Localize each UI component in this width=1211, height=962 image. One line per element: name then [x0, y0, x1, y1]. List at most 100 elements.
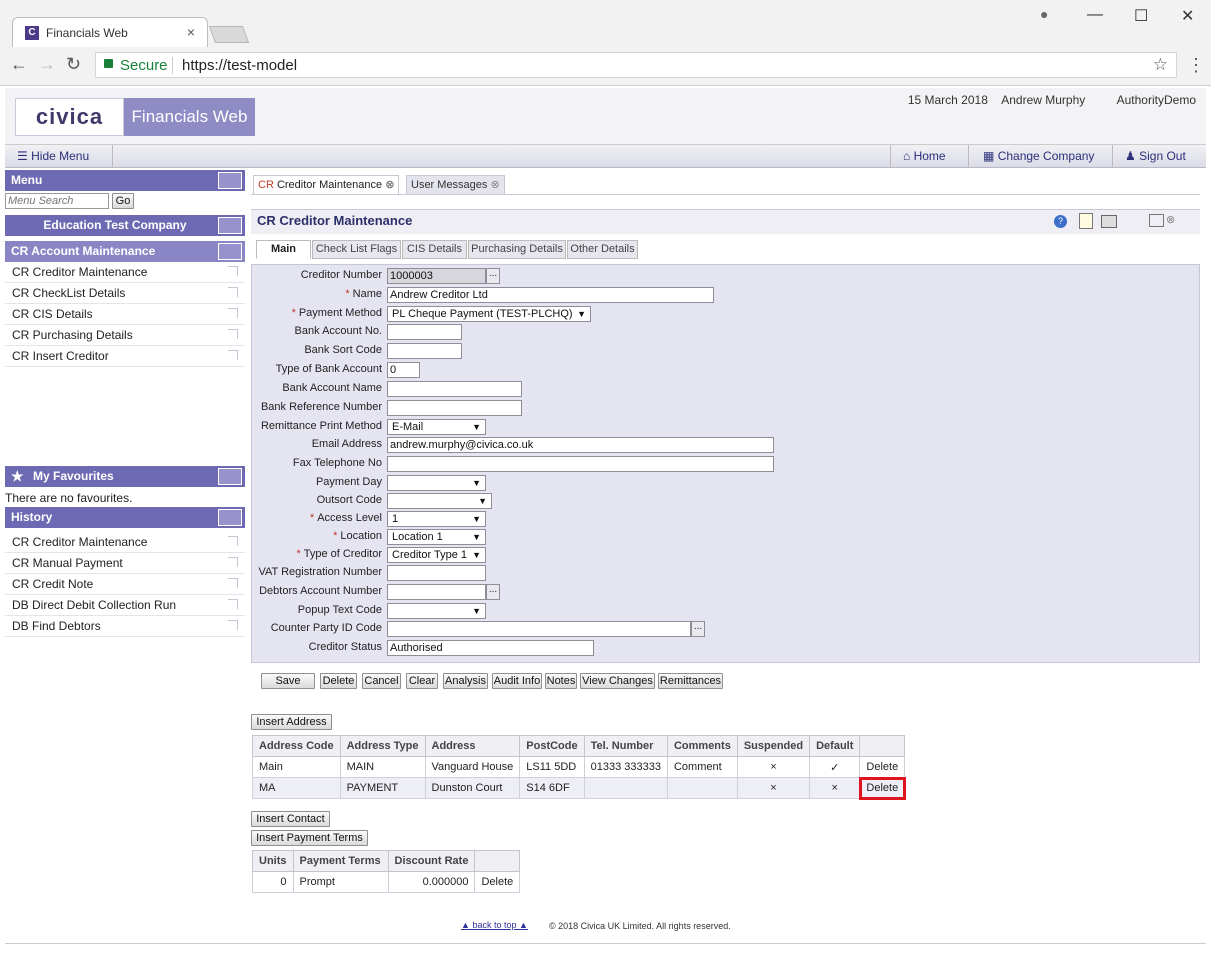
change-company-link[interactable]: ▦ Change Company	[983, 149, 1094, 163]
history-item[interactable]: CR Manual Payment	[5, 553, 245, 574]
tab-user-messages[interactable]: User Messages ⊗	[406, 175, 505, 195]
sidebar-item[interactable]: CR Purchasing Details	[5, 325, 245, 346]
popup-text-code-select[interactable]	[387, 603, 486, 619]
open-external-icon[interactable]	[228, 557, 238, 567]
payment-method-select[interactable]: PL Cheque Payment (TEST-PLCHQ)	[387, 306, 591, 322]
open-external-icon[interactable]	[228, 536, 238, 546]
delete-address-link-highlighted[interactable]: Delete	[858, 776, 906, 800]
forward-icon[interactable]: →	[38, 54, 56, 75]
open-external-icon[interactable]	[228, 350, 238, 360]
print-icon[interactable]	[1101, 215, 1117, 228]
new-tab-button[interactable]	[208, 26, 250, 43]
creditor-status-field[interactable]: Authorised	[387, 640, 594, 656]
open-external-icon[interactable]	[228, 329, 238, 339]
delete-address-link[interactable]: Delete	[859, 756, 906, 778]
window-close-button[interactable]: ✕	[1181, 6, 1194, 26]
tab-close-icon[interactable]: ×	[187, 24, 195, 40]
creditor-lookup-button[interactable]: ...	[486, 268, 500, 284]
insert-address-button[interactable]: Insert Address	[251, 714, 332, 730]
bank-account-no-field[interactable]	[387, 324, 462, 340]
tab-close-icon[interactable]: ⊗	[490, 179, 499, 191]
address-link[interactable]: Vanguard House	[424, 756, 521, 778]
window-icon[interactable]	[1149, 214, 1164, 227]
type-of-creditor-select[interactable]: Creditor Type 1	[387, 547, 486, 563]
insert-payment-terms-button[interactable]: Insert Payment Terms	[251, 830, 368, 846]
remittance-print-method-select[interactable]: E-Mail	[387, 419, 486, 435]
creditor-number-field[interactable]: 1000003	[387, 268, 486, 284]
subtab-main[interactable]: Main	[256, 240, 311, 259]
url-text[interactable]: https://test-model	[182, 57, 297, 74]
minimize-button[interactable]: —	[1087, 6, 1103, 24]
address-bar[interactable]: Secure https://test-model ☆	[95, 52, 1177, 78]
open-external-icon[interactable]	[228, 266, 238, 276]
bank-sort-code-field[interactable]	[387, 343, 462, 359]
delete-button[interactable]: Delete	[320, 673, 357, 689]
history-item[interactable]: CR Creditor Maintenance	[5, 532, 245, 553]
insert-contact-button[interactable]: Insert Contact	[251, 811, 330, 827]
open-external-icon[interactable]	[228, 287, 238, 297]
back-icon[interactable]: ←	[10, 54, 28, 75]
document-icon[interactable]	[1079, 213, 1093, 229]
outsort-code-select[interactable]	[387, 493, 492, 509]
debtors-lookup-button[interactable]: ...	[486, 584, 500, 600]
counter-party-lookup-button[interactable]: ...	[691, 621, 705, 637]
remittances-button[interactable]: Remittances	[658, 673, 723, 689]
view-changes-button[interactable]: View Changes	[580, 673, 655, 689]
name-field[interactable]: Andrew Creditor Ltd	[387, 287, 714, 303]
open-external-icon[interactable]	[228, 620, 238, 630]
company-options-icon[interactable]	[218, 217, 242, 234]
address-link[interactable]: Dunston Court	[424, 777, 521, 799]
maximize-button[interactable]: ☐	[1134, 6, 1148, 26]
history-options-icon[interactable]	[218, 509, 242, 526]
fax-telephone-field[interactable]	[387, 456, 774, 472]
sign-out-link[interactable]: ♟ Sign Out	[1125, 149, 1186, 163]
subtab-check-list-flags[interactable]: Check List Flags	[312, 240, 401, 259]
go-button[interactable]: Go	[112, 193, 134, 209]
delete-terms-link[interactable]: Delete	[474, 871, 521, 893]
help-icon[interactable]: ?	[1054, 215, 1067, 228]
favourites-options-icon[interactable]	[218, 468, 242, 485]
open-external-icon[interactable]	[228, 308, 238, 318]
menu-options-icon[interactable]	[218, 172, 242, 189]
back-to-top-link[interactable]: ▲ back to top ▲	[461, 920, 528, 930]
debtors-account-number-field[interactable]	[387, 584, 486, 600]
panel-close-icon[interactable]: ⊗	[1166, 213, 1175, 226]
hide-menu-button[interactable]: ☰ Hide Menu	[17, 149, 89, 163]
home-link[interactable]: ⌂ Home	[903, 149, 946, 163]
payment-day-select[interactable]	[387, 475, 486, 491]
tab-creditor-maintenance[interactable]: CR Creditor Maintenance ⊗	[253, 175, 400, 195]
module-header[interactable]: CR Account Maintenance	[5, 241, 245, 262]
access-level-select[interactable]: 1	[387, 511, 486, 527]
subtab-other-details[interactable]: Other Details	[567, 240, 638, 259]
email-address-field[interactable]: andrew.murphy@civica.co.uk	[387, 437, 774, 453]
open-external-icon[interactable]	[228, 599, 238, 609]
save-button[interactable]: Save	[261, 673, 315, 689]
payment-terms-link[interactable]: Prompt	[292, 871, 389, 893]
sidebar-item[interactable]: CR CIS Details	[5, 304, 245, 325]
open-external-icon[interactable]	[228, 578, 238, 588]
location-select[interactable]: Location 1	[387, 529, 486, 545]
analysis-button[interactable]: Analysis	[443, 673, 488, 689]
subtab-purchasing-details[interactable]: Purchasing Details	[468, 240, 566, 259]
clear-button[interactable]: Clear	[406, 673, 438, 689]
reload-icon[interactable]: ↻	[66, 54, 81, 75]
sidebar-item[interactable]: CR CheckList Details	[5, 283, 245, 304]
browser-tab[interactable]: C Financials Web ×	[12, 17, 208, 47]
bank-account-name-field[interactable]	[387, 381, 522, 397]
menu-search-input[interactable]	[5, 193, 109, 209]
bookmark-star-icon[interactable]: ☆	[1153, 55, 1168, 75]
history-item[interactable]: CR Credit Note	[5, 574, 245, 595]
module-open-icon[interactable]	[218, 243, 242, 260]
sidebar-item[interactable]: CR Insert Creditor	[5, 346, 245, 367]
cancel-button[interactable]: Cancel	[362, 673, 401, 689]
profile-icon[interactable]: ●	[1040, 6, 1048, 22]
browser-menu-icon[interactable]: ⋮	[1187, 55, 1205, 76]
history-item[interactable]: DB Find Debtors	[5, 616, 245, 637]
history-item[interactable]: DB Direct Debit Collection Run	[5, 595, 245, 616]
tab-close-icon[interactable]: ⊗	[385, 179, 394, 191]
subtab-cis-details[interactable]: CIS Details	[402, 240, 467, 259]
type-of-bank-account-field[interactable]: 0	[387, 362, 420, 378]
notes-button[interactable]: Notes	[545, 673, 577, 689]
sidebar-item[interactable]: CR Creditor Maintenance	[5, 262, 245, 283]
audit-info-button[interactable]: Audit Info	[492, 673, 542, 689]
